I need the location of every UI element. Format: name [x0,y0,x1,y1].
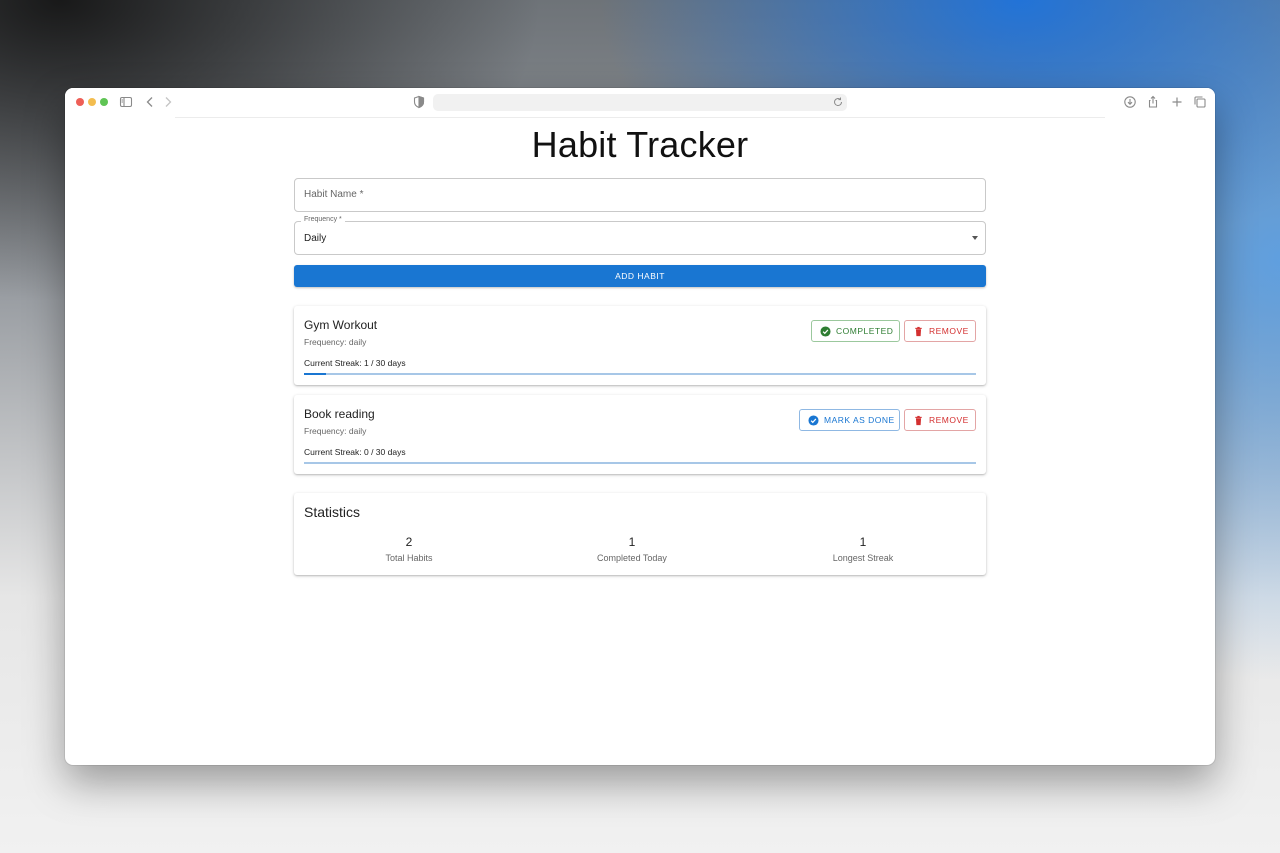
new-tab-icon[interactable] [1170,95,1184,109]
add-habit-button[interactable]: ADD HABIT [294,265,986,287]
page-title: Habit Tracker [531,124,749,165]
check-circle-icon [820,325,831,337]
address-bar[interactable] [433,94,847,111]
stat-label: Completed Today [597,553,667,563]
close-window-button[interactable] [76,98,84,106]
zoom-window-button[interactable] [100,98,108,106]
share-icon[interactable] [1146,95,1160,109]
remove-button[interactable]: REMOVE [904,320,976,342]
browser-toolbar [65,88,1215,118]
privacy-shield-icon[interactable] [412,95,426,109]
streak-progress-fill [304,373,327,375]
check-circle-icon [808,414,819,426]
minimize-window-button[interactable] [88,98,96,106]
downloads-icon[interactable] [1123,95,1137,109]
current-streak: Current Streak: 0 / 30 days [304,447,406,457]
reload-icon[interactable] [832,96,844,108]
statistics-title: Statistics [304,504,361,520]
forward-icon[interactable] [161,95,175,109]
stat-value: 2 [405,535,413,549]
sidebar-toggle-icon[interactable] [119,95,133,109]
stat-label: Total Habits [385,553,433,563]
habit-card: Book reading Frequency: daily MARK AS DO… [294,395,986,474]
remove-button[interactable]: REMOVE [904,409,976,431]
browser-window: Habit Tracker Habit Name * Frequency * D… [65,88,1215,765]
stat-completed-today: 1 Completed Today [532,535,732,563]
habit-name-input[interactable]: Habit Name * [294,178,986,212]
trash-icon [913,326,924,337]
remove-label: REMOVE [929,326,969,336]
stat-value: 1 [859,535,867,549]
remove-label: REMOVE [929,415,969,425]
stat-total-habits: 2 Total Habits [309,535,509,563]
frequency-value: Daily [304,233,327,244]
frequency-label: Frequency * [301,216,345,223]
mark-as-done-label: MARK AS DONE [824,415,895,425]
back-icon[interactable] [143,95,157,109]
frequency-select[interactable]: Frequency * Daily [294,216,986,255]
streak-progress-bar [304,373,976,375]
dropdown-caret-icon [972,236,978,240]
statistics-card: Statistics 2 Total Habits 1 Completed To… [294,493,986,575]
habit-frequency: Frequency: daily [304,337,367,347]
completed-label: COMPLETED [836,326,894,336]
trash-icon [913,415,924,426]
habit-name-placeholder: Habit Name * [304,189,364,200]
stat-value: 1 [628,535,636,549]
stat-label: Longest Streak [832,553,894,563]
current-streak: Current Streak: 1 / 30 days [304,358,406,368]
habit-name: Gym Workout [304,318,378,332]
stat-longest-streak: 1 Longest Streak [763,535,963,563]
habit-name: Book reading [304,407,375,421]
tab-overview-icon[interactable] [1193,95,1207,109]
page-content: Habit Tracker Habit Name * Frequency * D… [65,118,1215,765]
completed-button[interactable]: COMPLETED [811,320,900,342]
habit-frequency: Frequency: daily [304,426,367,436]
mark-as-done-button[interactable]: MARK AS DONE [799,409,900,431]
streak-progress-bar [304,462,976,464]
habit-card: Gym Workout Frequency: daily COMPLETED R… [294,306,986,385]
